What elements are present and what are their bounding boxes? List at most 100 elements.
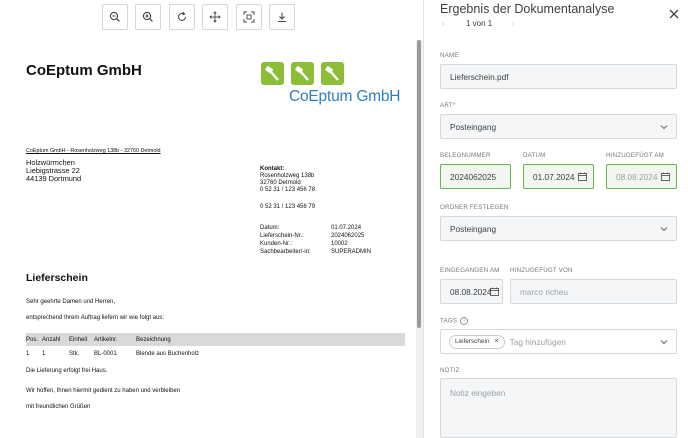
app-root: CoEptum GmbH CoEptum GmbH CoEptum GmbH -…	[0, 0, 688, 438]
tag-placeholder: Tag hinzufügen	[509, 336, 566, 347]
hinzugefuegt-von-value: marco richeu	[520, 286, 568, 297]
pager-text: 1 von 1	[466, 19, 493, 28]
logo-text: CoEptum GmbH	[289, 88, 401, 105]
calendar-icon[interactable]	[490, 287, 499, 296]
regards-text: mit freundlichen Grüßen	[26, 404, 91, 410]
datum-label: DATUM	[523, 152, 546, 159]
meta-key: Sachbearbeiter/-in:	[260, 249, 311, 255]
contact-block: Kontakt: Rosenholzweg 138b 32760 Detmold…	[260, 166, 315, 194]
rotate-button[interactable]	[169, 4, 195, 30]
move-icon	[209, 11, 221, 23]
table-header: Pos. Anzahl Einheit Artikelnr. Bezeichnu…	[26, 333, 405, 346]
tag-chip-label: Lieferschein	[455, 338, 490, 345]
meta-value: 01.07.2024	[331, 225, 362, 231]
zoom-in-button[interactable]	[135, 4, 161, 30]
table-cell: 1	[26, 350, 30, 357]
table-cell: Stk.	[69, 350, 80, 357]
hinzugefuegt-am-field[interactable]: 08.08.2024	[606, 164, 677, 189]
fit-page-button[interactable]	[236, 4, 262, 30]
company-logo: CoEptum GmbH	[261, 62, 406, 108]
table-header-cell: Bezeichnung	[136, 336, 171, 343]
belegnummer-value: 2024062025	[450, 171, 497, 182]
hinzugefuegt-am-label: HINZUGEFÜGT AM	[606, 152, 665, 159]
document-greeting: Sehr geehrte Damen und Herren,	[26, 299, 116, 305]
tag-remove-icon[interactable]: ×	[494, 338, 498, 345]
notiz-label: NOTIZ	[440, 367, 460, 374]
table-header-cell: Einheit	[69, 336, 88, 343]
eingegangen-label: EINGEGANGEN AM	[440, 267, 500, 274]
eingegangen-field[interactable]: 08.08.2024	[440, 279, 503, 304]
hinzugefuegt-am-value: 08.08.2024	[616, 171, 658, 182]
document-title: Lieferschein	[26, 272, 88, 284]
table-header-cell: Anzahl	[42, 336, 61, 343]
hinzugefuegt-von-field: marco richeu	[510, 279, 677, 304]
recipient-address: Holzwürmchen Liebigstrasse 22 44139 Dort…	[26, 159, 81, 183]
document-page: CoEptum GmbH CoEptum GmbH CoEptum GmbH -…	[0, 40, 416, 438]
zoom-in-icon	[142, 11, 153, 22]
move-button[interactable]	[202, 4, 228, 30]
panel-title: Ergebnis der Dokumentanalyse	[440, 2, 615, 16]
eingegangen-value: 08.08.2024	[450, 286, 492, 297]
analysis-panel: Ergebnis der Dokumentanalyse ‹ 1 von 1 ›…	[423, 0, 688, 438]
chevron-down-icon	[660, 227, 668, 232]
ordner-select[interactable]: Posteingang	[440, 216, 677, 241]
contact-line: 32760 Detmold	[260, 180, 301, 186]
logo-hammer-icon	[291, 62, 314, 85]
table-row: 1 1 Stk. BL-0001 Blende aus Buchenholz	[26, 346, 405, 361]
meta-key: Datum:	[260, 225, 280, 231]
art-select[interactable]: Posteingang	[440, 114, 677, 139]
contact-line: 0 52 31 / 123 456 78	[260, 187, 316, 193]
name-field[interactable]: Lieferschein.pdf	[440, 64, 677, 89]
name-value: Lieferschein.pdf	[450, 71, 509, 82]
items-table: Pos. Anzahl Einheit Artikelnr. Bezeichnu…	[26, 333, 405, 361]
art-value: Posteingang	[450, 121, 497, 132]
datum-field[interactable]: 01.07.2024	[523, 164, 594, 189]
belegnummer-field[interactable]: 2024062025	[440, 164, 511, 189]
tags-label: TAGS	[440, 317, 458, 325]
notiz-textarea[interactable]: Notiz eingeben	[440, 378, 677, 438]
download-icon	[278, 12, 286, 22]
info-icon[interactable]: i	[460, 317, 469, 325]
meta-row: Lieferschein-Nr.: 2024062025	[260, 232, 371, 240]
download-button[interactable]	[269, 4, 295, 30]
meta-row: Sachbearbeiter/-in: SUPERADMIN	[260, 248, 371, 256]
pager-next-button[interactable]: ›	[512, 19, 515, 28]
zoom-out-button[interactable]	[102, 4, 128, 30]
calendar-icon[interactable]	[661, 172, 670, 181]
table-cell: BL-0001	[94, 350, 117, 357]
meta-key: Lieferschein-Nr.:	[260, 233, 304, 239]
hinzugefuegt-von-label: HINZUGEFÜGT VON	[510, 267, 573, 274]
meta-row: Datum: 01.07.2024	[260, 224, 371, 232]
tags-input[interactable]: Lieferschein × Tag hinzufügen	[440, 329, 677, 354]
document-viewer: CoEptum GmbH CoEptum GmbH CoEptum GmbH -…	[0, 0, 423, 438]
datum-value: 01.07.2024	[533, 171, 575, 182]
document-intro: entsprechend Ihrem Auftrag liefern wir w…	[26, 315, 165, 321]
delivery-note: Die Lieferung erfolgt frei Haus.	[26, 368, 108, 374]
logo-hammer-icon	[261, 62, 284, 85]
pager-prev-button[interactable]: ‹	[442, 19, 445, 28]
close-icon[interactable]	[668, 8, 680, 20]
sender-line: CoEptum GmbH - Rosenholzweg 138b - 32760…	[26, 148, 161, 154]
belegnummer-label: BELEGNUMMER	[440, 152, 491, 159]
contact-line: Rosenholzweg 138b	[260, 173, 315, 179]
contact-title: Kontakt:	[260, 166, 285, 172]
chevron-down-icon	[660, 125, 668, 130]
tag-chip: Lieferschein ×	[449, 334, 505, 349]
meta-value: 2024062025	[331, 233, 365, 239]
zoom-out-icon	[109, 11, 120, 22]
calendar-icon[interactable]	[578, 172, 587, 181]
contact-phone2: 0 52 31 / 123 456 79	[260, 204, 316, 210]
meta-value: 10002	[331, 241, 348, 247]
meta-row: Kunden-Nr.: 10002	[260, 240, 371, 248]
art-label: ART*	[440, 102, 456, 109]
meta-key: Kunden-Nr.:	[260, 241, 293, 247]
name-label: NAME	[440, 52, 459, 59]
tags-label-row: TAGS i	[440, 317, 469, 325]
table-cell: Blende aus Buchenholz	[136, 350, 200, 357]
table-header-cell: Artikelnr.	[94, 336, 118, 343]
document-scrollbar[interactable]	[417, 40, 421, 328]
table-header-cell: Pos.	[26, 336, 39, 343]
meta-value: SUPERADMIN	[331, 249, 372, 255]
rotate-icon	[177, 11, 187, 21]
notiz-placeholder: Notiz eingeben	[450, 388, 506, 398]
